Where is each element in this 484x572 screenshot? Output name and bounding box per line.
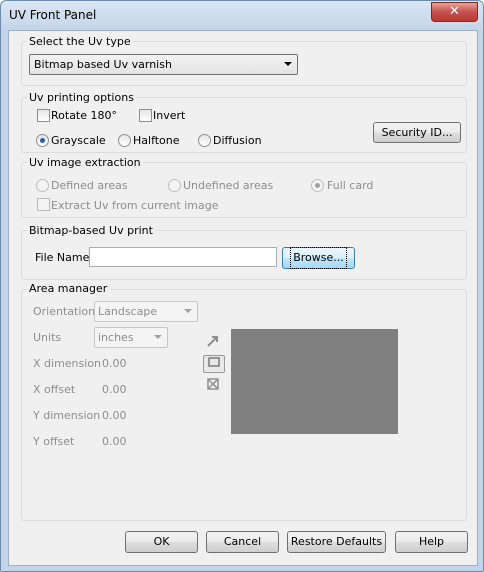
invert-checkbox[interactable] — [139, 109, 152, 122]
undefined-areas-label: Undefined areas — [183, 179, 274, 192]
browse-button-label: Browse... — [290, 247, 347, 269]
cancel-button[interactable]: Cancel — [206, 531, 279, 553]
orientation-label: Orientation — [33, 305, 96, 318]
y-dimension-label: Y dimension — [33, 409, 101, 422]
help-button[interactable]: Help — [395, 531, 468, 553]
units-select[interactable]: inches — [94, 327, 168, 348]
extract-uv-checkbox[interactable] — [37, 198, 50, 211]
file-name-label: File Name — [35, 251, 90, 264]
window-title: UV Front Panel — [9, 8, 97, 22]
undefined-areas-radio[interactable] — [168, 179, 181, 192]
chevron-down-icon — [284, 62, 292, 66]
uv-type-group-label: Select the Uv type — [27, 35, 133, 48]
pointer-arrow-icon[interactable] — [203, 334, 223, 350]
halftone-radio[interactable] — [118, 134, 131, 147]
dialog-window: UV Front Panel ✕ Select the Uv type Bitm… — [0, 0, 484, 572]
chevron-down-icon — [154, 335, 162, 339]
dialog-client-area: Select the Uv type Bitmap based Uv varni… — [8, 30, 478, 566]
defined-areas-label: Defined areas — [51, 179, 128, 192]
halftone-label: Halftone — [133, 134, 180, 147]
units-label: Units — [33, 331, 62, 344]
y-offset-label: Y offset — [33, 435, 75, 448]
restore-defaults-button-label: Restore Defaults — [290, 535, 383, 548]
units-select-value: inches — [98, 331, 134, 344]
rotate-label: Rotate 180° — [51, 109, 118, 122]
x-dimension-value: 0.00 — [102, 357, 127, 370]
x-dimension-label: X dimension — [33, 357, 102, 370]
security-id-button[interactable]: Security ID... — [373, 122, 461, 143]
defined-areas-radio[interactable] — [36, 179, 49, 192]
browse-button[interactable]: Browse... — [282, 247, 355, 269]
extract-uv-label: Extract Uv from current image — [51, 199, 219, 212]
cancel-button-label: Cancel — [223, 535, 262, 548]
x-offset-label: X offset — [33, 383, 76, 396]
diffusion-radio[interactable] — [198, 134, 211, 147]
help-button-label: Help — [418, 535, 445, 548]
restore-defaults-button[interactable]: Restore Defaults — [287, 531, 386, 553]
ok-button-label: OK — [153, 535, 170, 548]
area-manager-group-label: Area manager — [27, 282, 110, 295]
rotate-checkbox[interactable] — [37, 109, 50, 122]
y-offset-value: 0.00 — [102, 435, 127, 448]
delete-area-icon[interactable] — [203, 377, 223, 393]
orientation-select[interactable]: Landscape — [94, 301, 198, 322]
file-name-input[interactable] — [89, 247, 277, 267]
ok-button[interactable]: OK — [125, 531, 198, 553]
invert-label: Invert — [153, 109, 186, 122]
printing-options-group-label: Uv printing options — [27, 91, 136, 104]
grayscale-label: Grayscale — [51, 134, 106, 147]
close-button[interactable]: ✕ — [431, 2, 478, 22]
full-card-radio[interactable] — [311, 179, 324, 192]
uv-type-select-value: Bitmap based Uv varnish — [34, 58, 172, 71]
extraction-group-label: Uv image extraction — [27, 156, 143, 169]
chevron-down-icon — [184, 309, 192, 313]
security-id-button-label: Security ID... — [381, 126, 453, 139]
grayscale-radio[interactable] — [36, 134, 49, 147]
x-offset-value: 0.00 — [102, 383, 127, 396]
uv-type-select[interactable]: Bitmap based Uv varnish — [29, 54, 298, 75]
diffusion-label: Diffusion — [213, 134, 262, 147]
full-card-label: Full card — [327, 179, 374, 192]
orientation-select-value: Landscape — [98, 305, 158, 318]
y-dimension-value: 0.00 — [102, 409, 127, 422]
area-preview-canvas[interactable] — [231, 329, 398, 434]
rectangle-icon[interactable] — [203, 355, 225, 373]
bitmap-print-group-label: Bitmap-based Uv print — [27, 224, 155, 237]
